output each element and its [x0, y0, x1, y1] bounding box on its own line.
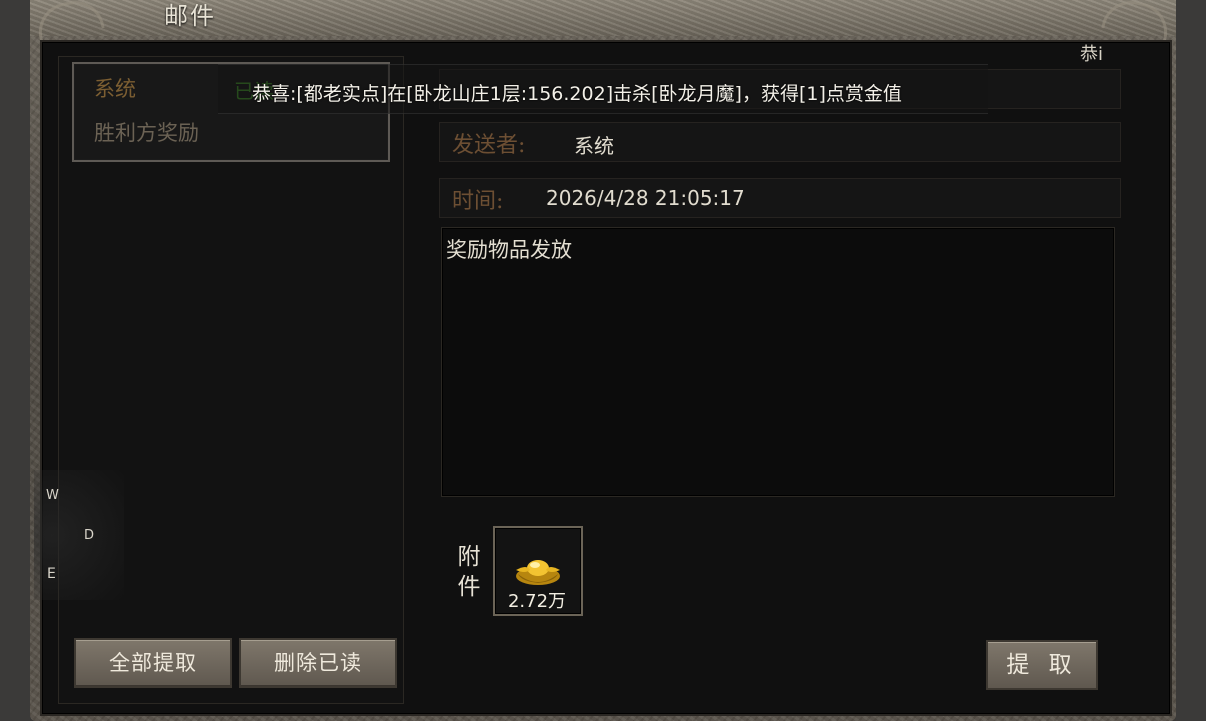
- delete-read-button[interactable]: 删除已读: [239, 638, 397, 688]
- ornament-left-icon: [33, 0, 105, 42]
- mail-body: 奖励物品发放: [441, 227, 1115, 497]
- corner-text: 恭i: [1080, 44, 1104, 65]
- ornament-right-icon: [1101, 0, 1173, 42]
- sender-value: 系统: [574, 134, 614, 158]
- left-border: [0, 0, 30, 721]
- system-broadcast-text: 恭喜:[都老实点]在[卧龙山庄1层:156.202]击杀[卧龙月魔]，获得[1]…: [252, 83, 902, 105]
- attachment-count: 2.72万: [507, 591, 567, 612]
- time-value: 2026/4/28 21:05:17: [546, 186, 745, 210]
- window-title: 邮件: [164, 2, 216, 30]
- collect-button[interactable]: 提 取: [986, 640, 1098, 690]
- system-broadcast-banner: 恭喜:[都老实点]在[卧龙山庄1层:156.202]击杀[卧龙月魔]，获得[1]…: [218, 64, 988, 114]
- time-label: 时间:: [452, 189, 504, 214]
- compass-d-label: D: [84, 528, 95, 543]
- mail-item-system[interactable]: 系统: [94, 72, 136, 106]
- compass-w-label: W: [46, 488, 59, 503]
- mail-body-text: 奖励物品发放: [446, 238, 572, 262]
- mail-item-winner-reward[interactable]: 胜利方奖励: [94, 116, 199, 150]
- right-border: [1176, 0, 1206, 721]
- attachment-slot[interactable]: 2.72万: [493, 526, 583, 616]
- title-bar: 邮件: [30, 0, 1176, 42]
- attachment-label: 附件: [457, 544, 481, 600]
- gold-ingot-icon: [516, 560, 560, 585]
- time-row: 时间: 2026/4/28 21:05:17: [439, 178, 1121, 218]
- compass-e-label: E: [47, 566, 56, 582]
- sender-row: 发送者: 系统: [439, 122, 1121, 162]
- sender-label: 发送者:: [452, 133, 526, 158]
- collect-all-button[interactable]: 全部提取: [74, 638, 232, 688]
